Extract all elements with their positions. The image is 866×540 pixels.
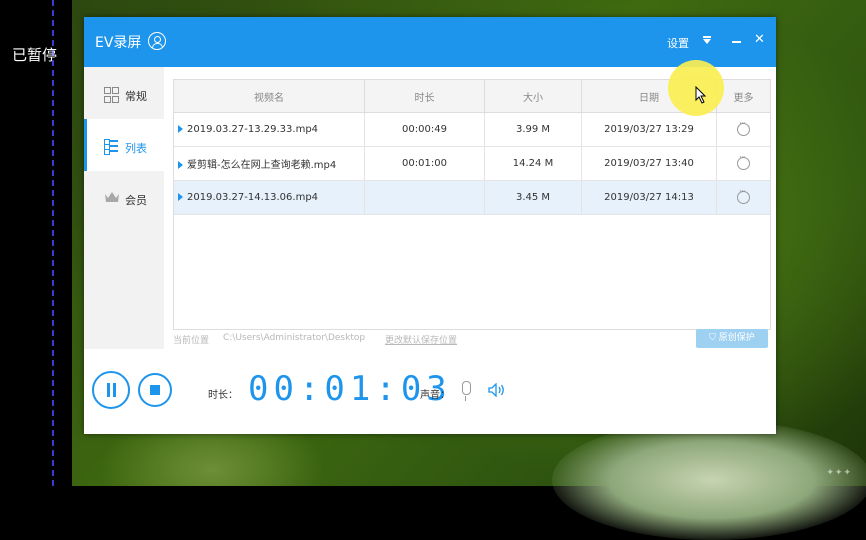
date-cell: 2019/03/27 14:13	[581, 180, 717, 215]
sidebar-item-label: 会员	[125, 194, 147, 207]
title-bar: EV录屏 设置 ✕	[84, 17, 776, 67]
grid-icon	[104, 87, 119, 103]
play-triangle-icon[interactable]	[178, 161, 183, 169]
more-options-icon[interactable]	[737, 119, 750, 136]
duration-cell: 00:01:00	[364, 146, 485, 181]
watermark: ✦✦✦	[826, 468, 852, 478]
recording-region-border	[52, 0, 54, 486]
original-protection-button[interactable]: ⛉ 原创保护	[696, 329, 768, 348]
video-name-cell[interactable]: 2019.03.27-14.13.06.mp4	[174, 180, 365, 215]
app-title: EV录屏	[95, 35, 142, 51]
play-triangle-icon[interactable]	[178, 193, 183, 201]
current-location-label: 当前位置	[173, 336, 210, 346]
paused-status-label: 已暂停	[12, 46, 58, 64]
column-header-name[interactable]: 视频名	[174, 80, 365, 113]
table-row[interactable]: 2019.03.27-14.13.06.mp4 3.45 M 2019/03/2…	[174, 180, 770, 215]
table-row[interactable]: 爱剪辑-怎么在网上查询老赖.mp4 00:01:00 14.24 M 2019/…	[174, 146, 770, 181]
pause-button[interactable]	[92, 371, 130, 409]
video-name-cell[interactable]: 2019.03.27-13.29.33.mp4	[174, 112, 365, 147]
sidebar-item-list[interactable]: 列表	[84, 119, 164, 171]
date-cell: 2019/03/27 13:29	[581, 112, 717, 147]
speaker-icon[interactable]	[488, 382, 506, 401]
column-header-size[interactable]: 大小	[484, 80, 582, 113]
crown-icon	[104, 191, 119, 205]
more-cell	[716, 146, 770, 181]
mouse-cursor-icon	[695, 86, 707, 104]
size-cell: 14.24 M	[484, 146, 582, 181]
more-cell	[716, 112, 770, 147]
column-header-more: 更多	[716, 80, 770, 113]
sound-label: 声音：	[420, 390, 450, 401]
table-row[interactable]: 2019.03.27-13.29.33.mp4 00:00:49 3.99 M …	[174, 112, 770, 147]
user-account-icon[interactable]	[148, 32, 166, 50]
video-list-table: 视频名 时长 大小 日期 更多 2019.03.27-13.29.33.mp4 …	[173, 79, 771, 330]
size-cell: 3.45 M	[484, 180, 582, 215]
sidebar: 常规 列表 会员	[84, 67, 164, 349]
sidebar-item-label: 常规	[125, 90, 147, 103]
minimize-button[interactable]	[732, 41, 741, 43]
dropdown-menu-icon[interactable]	[703, 36, 711, 44]
duration-label: 时长：	[208, 390, 238, 401]
duration-cell: 00:00:49	[364, 112, 485, 147]
play-triangle-icon[interactable]	[178, 125, 183, 133]
more-options-icon[interactable]	[737, 187, 750, 204]
sidebar-item-member[interactable]: 会员	[84, 171, 164, 223]
save-path-bar: 当前位置 C:\Users\Administrator\Desktop 更改默认…	[173, 333, 769, 349]
duration-cell	[364, 180, 485, 215]
wallpaper-highlight	[552, 420, 866, 540]
stop-button[interactable]	[138, 373, 172, 407]
recorder-controls: 时长： 00:01:03 声音：	[84, 349, 776, 434]
more-options-icon[interactable]	[737, 153, 750, 170]
column-header-duration[interactable]: 时长	[364, 80, 485, 113]
microphone-icon[interactable]	[462, 381, 471, 401]
video-name: 2019.03.27-13.29.33.mp4	[187, 124, 319, 135]
video-name: 2019.03.27-14.13.06.mp4	[187, 192, 319, 203]
list-icon	[104, 139, 118, 155]
change-save-location-link[interactable]: 更改默认保存位置	[385, 333, 457, 346]
video-name-cell[interactable]: 爱剪辑-怎么在网上查询老赖.mp4	[174, 146, 365, 181]
video-name: 爱剪辑-怎么在网上查询老赖.mp4	[187, 160, 337, 171]
size-cell: 3.99 M	[484, 112, 582, 147]
sidebar-item-general[interactable]: 常规	[84, 67, 164, 119]
settings-button[interactable]: 设置	[667, 35, 689, 51]
close-button[interactable]: ✕	[754, 33, 765, 47]
date-cell: 2019/03/27 13:40	[581, 146, 717, 181]
sidebar-item-label: 列表	[125, 142, 147, 155]
current-location-path: C:\Users\Administrator\Desktop	[223, 333, 366, 343]
more-cell	[716, 180, 770, 215]
protect-button-label: 原创保护	[718, 333, 755, 343]
